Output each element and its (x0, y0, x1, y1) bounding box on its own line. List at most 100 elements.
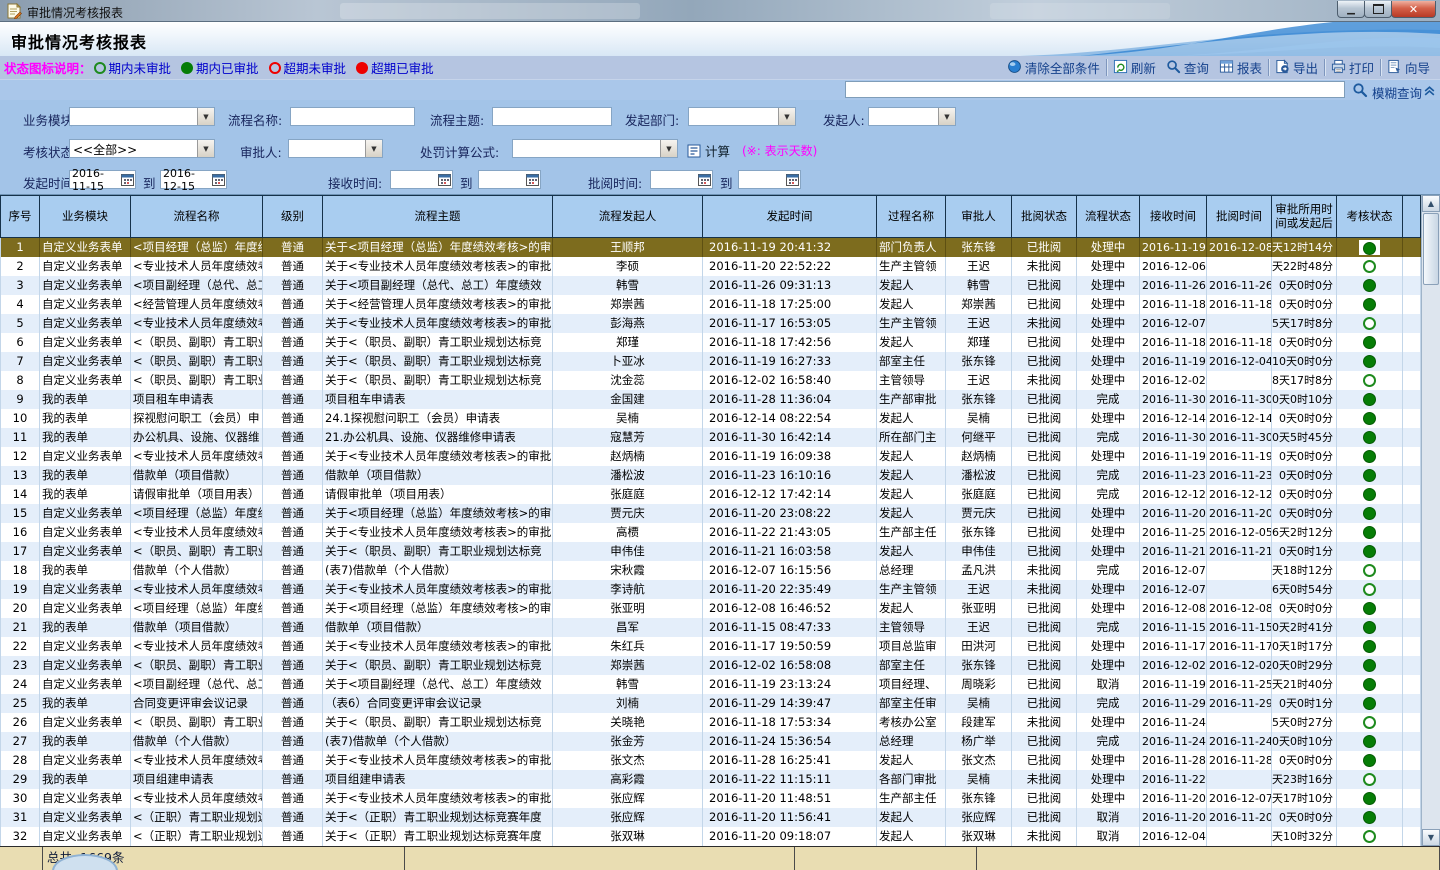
minimize-button[interactable]: ▁ (1337, 1, 1365, 18)
table-row[interactable]: 26自定义业务表单<（职员、副职）青工职业普通关于<（职员、副职）青工职业规划达… (0, 713, 1421, 732)
table-row[interactable]: 7自定义业务表单<（职员、副职）青工职业普通关于<（职员、副职）青工职业规划达标… (0, 352, 1421, 371)
table-row[interactable]: 20自定义业务表单<项目经理（总监）年度绩普通关于<项目经理（总监）年度绩效考核… (0, 599, 1421, 618)
table-cell: 0天0时1分 (1272, 542, 1337, 561)
table-cell: 请假审批单（项目用表） (323, 485, 553, 504)
column-header[interactable]: 流程状态 (1077, 196, 1140, 237)
assess-status-select[interactable]: <<全部>>▼ (69, 139, 215, 158)
module-select[interactable]: ▼ (69, 107, 215, 126)
table-row[interactable]: 13我的表单借款单（项目借款）普通借款单（项目借款）潘松波2016-11-23 … (0, 466, 1421, 485)
table-row[interactable]: 24自定义业务表单<项目副经理（总代、总工普通关于<项目副经理（总代、总工）年度… (0, 675, 1421, 694)
search-icon (1352, 82, 1368, 98)
cell-assess-status (1337, 257, 1403, 276)
column-header[interactable]: 流程主题 (323, 196, 553, 237)
scroll-down-button[interactable]: ▼ (1422, 829, 1440, 846)
close-button[interactable]: ✕ (1391, 1, 1436, 18)
calendar-icon[interactable] (438, 173, 451, 186)
table-row[interactable]: 5自定义业务表单<专业技术人员年度绩效考普通关于<专业技术人员年度绩效考核表>的… (0, 314, 1421, 333)
table-cell: 普通 (263, 770, 323, 789)
receive-from-date[interactable] (390, 170, 453, 189)
table-row[interactable]: 3自定义业务表单<项目副经理（总代、总工普通关于<项目副经理（总代、总工）年度绩… (0, 276, 1421, 295)
receive-to-date[interactable] (478, 170, 541, 189)
table-row[interactable]: 19自定义业务表单<专业技术人员年度绩效考普通关于<专业技术人员年度绩效考核表>… (0, 580, 1421, 599)
table-row[interactable]: 17自定义业务表单<（职员、副职）青工职业普通关于<（职员、副职）青工职业规划达… (0, 542, 1421, 561)
column-header[interactable]: 考核状态 (1337, 196, 1403, 237)
toolbar-button-wizard[interactable]: 向导 (1382, 57, 1435, 78)
table-row[interactable]: 28自定义业务表单<专业技术人员年度绩效考普通关于<专业技术人员年度绩效考核表>… (0, 751, 1421, 770)
scrollbar-thumb[interactable] (1423, 213, 1439, 285)
column-header[interactable]: 序号 (0, 196, 40, 237)
calendar-icon[interactable] (698, 173, 711, 186)
column-header[interactable]: 流程发起人 (553, 196, 703, 237)
table-row[interactable]: 31自定义业务表单<（正职）青工职业规划达普通关于<（正职）青工职业规划达标竞赛… (0, 808, 1421, 827)
vertical-scrollbar[interactable]: ▲ ▼ (1421, 195, 1440, 846)
table-row[interactable]: 21我的表单借款单（项目借款）普通借款单（项目借款）昌军2016-11-15 0… (0, 618, 1421, 637)
table-row[interactable]: 12自定义业务表单<专业技术人员年度绩效考普通关于<专业技术人员年度绩效考核表>… (0, 447, 1421, 466)
column-header-filler (1403, 196, 1421, 237)
table-row[interactable]: 11我的表单办公机具、设施、仪器维普通21.办公机具、设施、仪器维修申请表寇慧芳… (0, 428, 1421, 447)
table-row[interactable]: 4自定义业务表单<经营管理人员年度绩效考普通关于<经营管理人员年度绩效考核表>的… (0, 295, 1421, 314)
table-row[interactable]: 32自定义业务表单<（正职）青工职业规划达普通关于<（正职）青工职业规划达标竞赛… (0, 827, 1421, 846)
table-row[interactable]: 30自定义业务表单<专业技术人员年度绩效考普通关于<专业技术人员年度绩效考核表>… (0, 789, 1421, 808)
table-cell: 生产部主任 (877, 523, 946, 542)
table-cell: 16 (0, 523, 40, 542)
table-row[interactable]: 6自定义业务表单<（职员、副职）青工职业普通关于<（职员、副职）青工职业规划达标… (0, 333, 1421, 352)
column-header[interactable]: 审批所用时间或发起后 (1272, 196, 1337, 237)
table-cell: 项目组建申请表 (323, 770, 553, 789)
collapse-chevron-icon[interactable] (1423, 84, 1436, 97)
column-header[interactable]: 批阅状态 (1012, 196, 1077, 237)
start-to-date[interactable]: 2016-12-15 (160, 170, 227, 189)
toolbar-button-report[interactable]: 报表 (1214, 57, 1267, 78)
toolbar-button-export[interactable]: 导出 (1270, 57, 1323, 78)
legend-items: 期内未审批期内已审批超期未审批超期已审批 (94, 58, 434, 77)
scroll-up-button[interactable]: ▲ (1422, 195, 1440, 212)
formula-select[interactable]: ▼ (512, 139, 678, 158)
calculate-button[interactable]: 计算 (687, 141, 730, 160)
table-cell: 26 (0, 713, 40, 732)
toolbar-button-clear[interactable]: 清除全部条件 (1002, 57, 1105, 78)
table-row[interactable]: 27我的表单借款单（个人借款）普通(表7)借款单（个人借款）张金芳2016-11… (0, 732, 1421, 751)
review-to-date[interactable] (738, 170, 801, 189)
table-row[interactable]: 2自定义业务表单<专业技术人员年度绩效考普通关于<专业技术人员年度绩效考核表>的… (0, 257, 1421, 276)
column-header[interactable]: 流程名称 (131, 196, 263, 237)
toolbar-button-print[interactable]: 打印 (1326, 57, 1379, 78)
table-row[interactable]: 22自定义业务表单<专业技术人员年度绩效考普通关于<专业技术人员年度绩效考核表>… (0, 637, 1421, 656)
column-header[interactable]: 过程名称 (877, 196, 946, 237)
table-row[interactable]: 1自定义业务表单<项目经理（总监）年度绩普通关于<项目经理（总监）年度绩效考核>… (0, 238, 1421, 257)
review-from-date[interactable] (650, 170, 713, 189)
flow-name-input[interactable] (290, 107, 415, 126)
calendar-icon[interactable] (526, 173, 539, 186)
column-header[interactable]: 级别 (263, 196, 323, 237)
dept-select[interactable]: ▼ (688, 107, 796, 126)
subject-input[interactable] (492, 107, 612, 126)
toolbar-button-search[interactable]: 查询 (1161, 57, 1214, 78)
table-row[interactable]: 15自定义业务表单<项目经理（总监）年度绩普通关于<项目经理（总监）年度绩效考核… (0, 504, 1421, 523)
maximize-button[interactable] (1364, 1, 1392, 18)
start-from-date[interactable]: 2016-11-15 (69, 170, 136, 189)
table-row[interactable]: 8自定义业务表单<（职员、副职）青工职业普通关于<（职员、副职）青工职业规划达标… (0, 371, 1421, 390)
table-row[interactable]: 9我的表单项目租车申请表普通项目租车申请表金国建2016-11-28 11:36… (0, 390, 1421, 409)
initiator-select[interactable]: ▼ (868, 107, 956, 126)
calendar-icon[interactable] (212, 173, 225, 186)
calendar-icon[interactable] (121, 173, 134, 186)
toolbar-button-refresh[interactable]: 刷新 (1108, 57, 1161, 78)
table-row[interactable]: 23自定义业务表单<（职员、副职）青工职业普通关于<（职员、副职）青工职业规划达… (0, 656, 1421, 675)
table-cell: 宋秋霞 (553, 561, 703, 580)
column-header[interactable]: 接收时间 (1140, 196, 1207, 237)
approver-select[interactable]: ▼ (288, 139, 383, 158)
table-row[interactable]: 14我的表单请假审批单（项目用表）普通请假审批单（项目用表）张庭庭2016-12… (0, 485, 1421, 504)
table-cell (1207, 713, 1272, 732)
calendar-icon[interactable] (786, 173, 799, 186)
table-row[interactable]: 10我的表单探视慰问职工（会员）申普通24.1探视慰问职工（会员）申请表吴楠20… (0, 409, 1421, 428)
table-row[interactable]: 25我的表单合同变更评审会议记录普通（表6）合同变更评审会议记录刘楠2016-1… (0, 694, 1421, 713)
column-header[interactable]: 业务模块 (40, 196, 131, 237)
column-header[interactable]: 审批人 (946, 196, 1012, 237)
table-cell: 2016-12-08 (1207, 238, 1272, 257)
column-header[interactable]: 发起时间 (703, 196, 877, 237)
column-header[interactable]: 批阅时间 (1207, 196, 1272, 237)
fuzzy-search-input[interactable] (845, 81, 1345, 98)
table-row[interactable]: 29我的表单项目组建申请表普通项目组建申请表高彩霞2016-11-22 11:1… (0, 770, 1421, 789)
table-row[interactable]: 18我的表单借款单（个人借款）普通(表7)借款单（个人借款）宋秋霞2016-12… (0, 561, 1421, 580)
legend-item-label: 超期已审批 (371, 58, 434, 77)
table-row[interactable]: 16自定义业务表单<专业技术人员年度绩效考普通关于<专业技术人员年度绩效考核表>… (0, 523, 1421, 542)
table-cell: 普通 (263, 504, 323, 523)
